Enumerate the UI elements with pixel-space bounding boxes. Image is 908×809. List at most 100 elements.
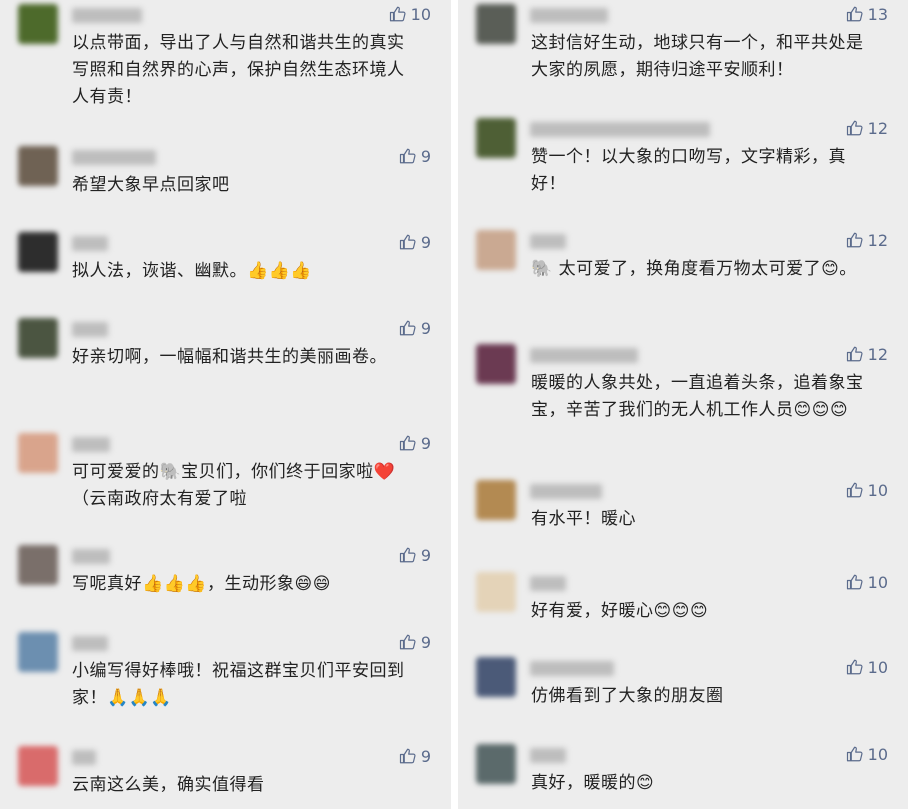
- like-button[interactable]: 9: [399, 746, 431, 766]
- thumbs-up-icon: [846, 120, 863, 136]
- username-blurred[interactable]: [72, 636, 108, 651]
- thumbs-up-icon: [399, 148, 416, 164]
- thumbs-up-icon: [399, 234, 416, 250]
- like-button[interactable]: 9: [399, 146, 431, 166]
- comment-text: 写呢真好👍👍👍，生动形象😄😄: [72, 574, 331, 594]
- avatar[interactable]: [18, 632, 58, 672]
- thumbs-up-icon: [846, 574, 863, 590]
- username-blurred[interactable]: [72, 236, 108, 251]
- like-button[interactable]: 12: [846, 344, 888, 364]
- thumbs-up-icon: [399, 147, 417, 165]
- comment-item: 10 有水平！暖心: [458, 476, 908, 568]
- comment-item: 9 云南这么美，确实值得看: [0, 742, 451, 809]
- thumbs-up-icon: [846, 659, 863, 675]
- username-blurred[interactable]: [72, 437, 110, 452]
- avatar[interactable]: [476, 657, 516, 697]
- comment-item: 9 可可爱爱的🐘宝贝们，你们终于回家啦❤️（云南政府太有爱了啦: [0, 429, 451, 541]
- comment-item: 10 以点带面，导出了人与自然和谐共生的真实写照和自然界的心声，保护自然生态环境人…: [0, 0, 451, 142]
- comment-item: 12 暖暖的人象共处，一直追着头条，追着象宝宝，辛苦了我们的无人机工作人员😊😊😊: [458, 340, 908, 476]
- thumbs-up-icon: [846, 746, 863, 762]
- like-count: 9: [420, 433, 431, 453]
- comment-item: 12 赞一个！以大象的口吻写，文字精彩，真好！: [458, 114, 908, 226]
- comment-item: 9 希望大象早点回家吧: [0, 142, 451, 228]
- like-button[interactable]: 12: [846, 118, 888, 138]
- like-button[interactable]: 9: [399, 433, 431, 453]
- thumbs-up-icon: [846, 573, 864, 591]
- username-blurred[interactable]: [530, 576, 566, 591]
- avatar[interactable]: [18, 433, 58, 473]
- avatar[interactable]: [476, 572, 516, 612]
- like-count: 13: [867, 4, 888, 24]
- comment-text: 以点带面，导出了人与自然和谐共生的真实写照和自然界的心声，保护自然生态环境人人有…: [72, 33, 405, 107]
- avatar[interactable]: [476, 344, 516, 384]
- like-count: 10: [867, 657, 888, 677]
- like-button[interactable]: 9: [399, 632, 431, 652]
- avatar[interactable]: [476, 118, 516, 158]
- username-blurred[interactable]: [72, 322, 108, 337]
- thumbs-up-icon: [399, 633, 417, 651]
- like-count: 12: [867, 230, 888, 250]
- avatar[interactable]: [18, 4, 58, 44]
- thumbs-up-icon: [846, 481, 864, 499]
- thumbs-up-icon: [846, 658, 864, 676]
- comment-text: 赞一个！以大象的口吻写，文字精彩，真好！: [531, 147, 846, 194]
- like-button[interactable]: 10: [389, 4, 431, 24]
- thumbs-up-icon: [846, 6, 863, 22]
- username-blurred[interactable]: [530, 484, 602, 499]
- avatar[interactable]: [476, 4, 516, 44]
- username-blurred[interactable]: [530, 661, 614, 676]
- thumbs-up-icon: [399, 748, 416, 764]
- comment-text: 好有爱，好暖心😊😊😊: [531, 601, 709, 621]
- comment-text: 这封信好生动，地球只有一个，和平共处是大家的夙愿，期待归途平安顺利！: [531, 33, 864, 80]
- thumbs-up-icon: [399, 320, 416, 336]
- like-button[interactable]: 10: [846, 657, 888, 677]
- thumbs-up-icon: [846, 231, 864, 249]
- thumbs-up-icon: [846, 5, 864, 23]
- thumbs-up-icon: [846, 482, 863, 498]
- like-button[interactable]: 12: [846, 230, 888, 250]
- comment-text: 拟人法，诙谐、幽默。👍👍👍: [72, 261, 313, 281]
- comment-item: 9 好亲切啊，一幅幅和谐共生的美丽画卷。: [0, 314, 451, 429]
- like-button[interactable]: 13: [846, 4, 888, 24]
- avatar[interactable]: [476, 744, 516, 784]
- avatar[interactable]: [18, 318, 58, 358]
- comment-item: 9 写呢真好👍👍👍，生动形象😄😄: [0, 541, 451, 628]
- avatar[interactable]: [18, 545, 58, 585]
- avatar[interactable]: [18, 146, 58, 186]
- username-blurred[interactable]: [72, 8, 142, 23]
- like-button[interactable]: 9: [399, 318, 431, 338]
- like-button[interactable]: 10: [846, 744, 888, 764]
- comment-text: 小编写得好棒哦！祝福这群宝贝们平安回到家！🙏🙏🙏: [72, 661, 405, 708]
- username-blurred[interactable]: [530, 348, 638, 363]
- comment-text: 仿佛看到了大象的朋友圈: [531, 686, 724, 706]
- thumbs-up-icon: [846, 232, 863, 248]
- thumbs-up-icon: [846, 119, 864, 137]
- username-blurred[interactable]: [530, 122, 710, 137]
- avatar[interactable]: [18, 232, 58, 272]
- like-button[interactable]: 9: [399, 232, 431, 252]
- avatar[interactable]: [18, 746, 58, 786]
- username-blurred[interactable]: [72, 150, 156, 165]
- thumbs-up-icon: [399, 547, 416, 563]
- like-count: 9: [420, 232, 431, 252]
- thumbs-up-icon: [399, 319, 417, 337]
- like-count: 10: [867, 480, 888, 500]
- comments-column-right: 13 这封信好生动，地球只有一个，和平共处是大家的夙愿，期待归途平安顺利！ 12 赞一…: [458, 0, 908, 809]
- username-blurred[interactable]: [530, 8, 608, 23]
- comment-item: 12 🐘 太可爱了，换角度看万物太可爱了😊。: [458, 226, 908, 340]
- like-button[interactable]: 9: [399, 545, 431, 565]
- username-blurred[interactable]: [72, 750, 96, 765]
- like-button[interactable]: 10: [846, 572, 888, 592]
- thumbs-up-icon: [389, 5, 407, 23]
- like-count: 10: [867, 572, 888, 592]
- username-blurred[interactable]: [530, 234, 566, 249]
- username-blurred[interactable]: [72, 549, 110, 564]
- thumbs-up-icon: [399, 747, 417, 765]
- like-count: 10: [410, 4, 431, 24]
- thumbs-up-icon: [846, 745, 864, 763]
- avatar[interactable]: [476, 480, 516, 520]
- avatar[interactable]: [476, 230, 516, 270]
- like-button[interactable]: 10: [846, 480, 888, 500]
- thumbs-up-icon: [399, 435, 416, 451]
- username-blurred[interactable]: [530, 748, 566, 763]
